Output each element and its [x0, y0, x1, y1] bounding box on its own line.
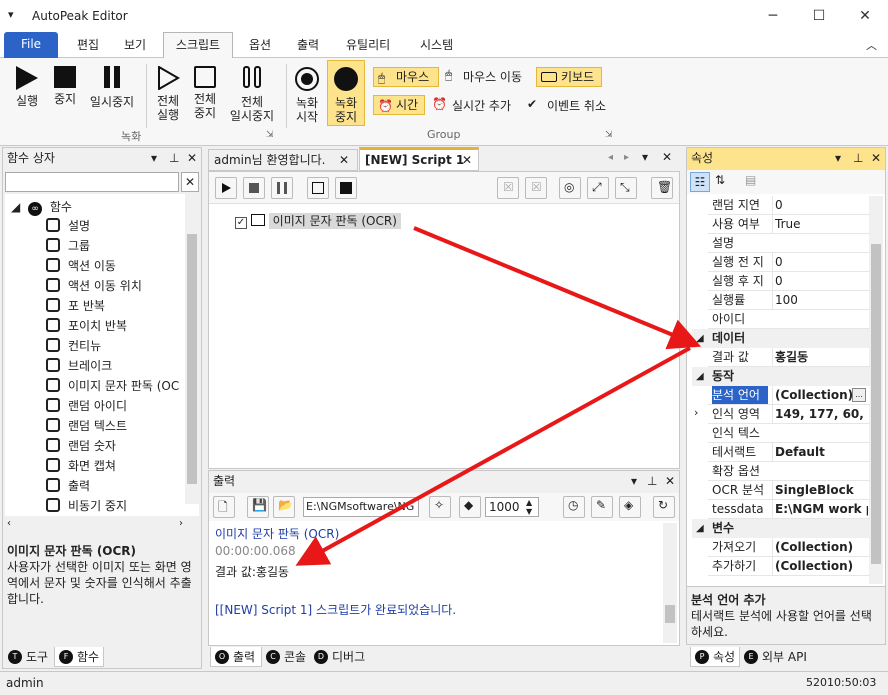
annotation-arrows	[295, 226, 702, 566]
status-bar: admin 52010:50:03	[0, 671, 888, 695]
status-time: 52010:50:03	[806, 676, 877, 689]
arrow-to-output	[295, 346, 691, 566]
arrow-to-property	[413, 226, 702, 350]
status-user: admin	[6, 676, 44, 690]
